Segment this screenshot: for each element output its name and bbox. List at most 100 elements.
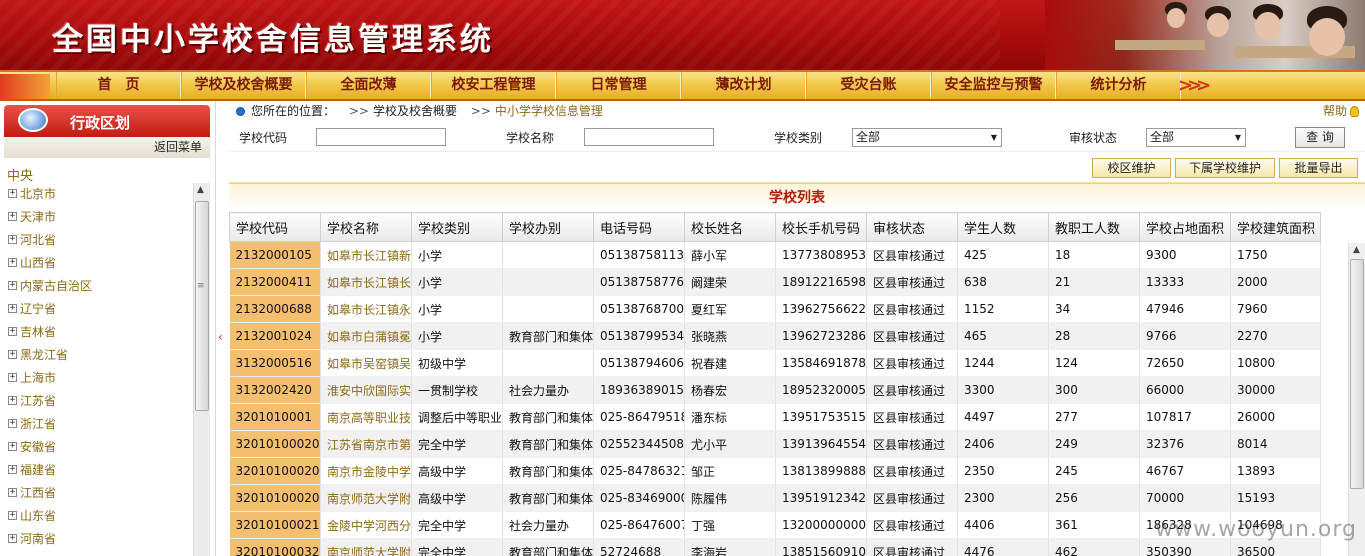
expand-plus-icon[interactable]: +	[8, 488, 17, 497]
table-row[interactable]: 2132000688 如皋市长江镇永 小学 051387687003 夏红军 139627…	[229, 295, 1321, 323]
expand-plus-icon[interactable]: +	[8, 281, 17, 290]
table-row[interactable]: 2132000411 如皋市长江镇长 小学 051387587769 阚建荣 189122…	[229, 268, 1321, 296]
column-header[interactable]: 学校类别	[411, 212, 503, 242]
school-name-link[interactable]: 南京高等职业技	[320, 403, 412, 431]
expand-plus-icon[interactable]: +	[8, 419, 17, 428]
school-name-link[interactable]: 如皋市长江镇新	[320, 241, 412, 269]
column-header[interactable]: 电话号码	[593, 212, 685, 242]
tree-node[interactable]: + 江西省	[8, 482, 193, 505]
collapse-sidebar-icon[interactable]: ‹	[218, 330, 223, 344]
school-name-link[interactable]: 如皋市长江镇永	[320, 295, 412, 323]
header-classroom-photo	[1045, 0, 1365, 70]
table-row[interactable]: 320101000209 南京师范大学附 高级中学 教育部门和集体 025-834690…	[229, 484, 1321, 512]
nav-home[interactable]: 首 页	[56, 72, 181, 99]
nav-disaster-ledger[interactable]: 受灾台账	[806, 72, 931, 99]
expand-plus-icon[interactable]: +	[8, 189, 17, 198]
school-code-input[interactable]	[316, 128, 446, 146]
expand-plus-icon[interactable]: +	[8, 442, 17, 451]
column-header[interactable]: 学生人数	[957, 212, 1049, 242]
nav-daily-management[interactable]: 日常管理	[556, 72, 681, 99]
table-row[interactable]: 2132000105 如皋市长江镇新 小学 051387581131 薛小军 137738…	[229, 241, 1321, 269]
tree-node[interactable]: + 山西省	[8, 252, 193, 275]
column-header[interactable]: 学校占地面积	[1139, 212, 1231, 242]
sidebar-scrollbar[interactable]: ▲ ≡	[193, 183, 210, 556]
school-name-link[interactable]: 如皋市吴窑镇吴	[320, 349, 412, 377]
column-header[interactable]: 学校办别	[502, 212, 594, 242]
expand-plus-icon[interactable]: +	[8, 373, 17, 382]
review-status-select[interactable]: 全部 ▼	[1146, 128, 1246, 147]
tree-node[interactable]: + 浙江省	[8, 413, 193, 436]
school-name-link[interactable]: 如皋市白蒲镇冕	[320, 322, 412, 350]
tree-node[interactable]: + 福建省	[8, 459, 193, 482]
query-button[interactable]: 查 询	[1295, 127, 1345, 148]
expand-plus-icon[interactable]: +	[8, 511, 17, 520]
scroll-up-icon[interactable]: ▲	[197, 185, 204, 195]
tree-node[interactable]: + 辽宁省	[8, 298, 193, 321]
school-name-link[interactable]: 南京师范大学附	[320, 538, 412, 556]
table-cell: 18952320005	[775, 376, 867, 404]
school-name-link[interactable]: 南京市金陵中学	[320, 457, 412, 485]
school-name-link[interactable]: 南京师范大学附	[320, 484, 412, 512]
tree-node[interactable]: + 上海市	[8, 367, 193, 390]
tree-node[interactable]: + 天津市	[8, 206, 193, 229]
tree-node[interactable]: + 黑龙江省	[8, 344, 193, 367]
school-name-link[interactable]: 金陵中学河西分	[320, 511, 412, 539]
school-list-grid: 学校代码 学校名称 学校类别 学校办别 电话号码 校长姓名 校长手机号码 审核状态 学生人数 教职…	[229, 212, 1348, 556]
nav-school-overview[interactable]: 学校及校舍概要	[181, 72, 306, 99]
table-row[interactable]: 320101000208 南京市金陵中学 高级中学 教育部门和集体 025-847863…	[229, 457, 1321, 485]
sub-school-maintain-button[interactable]: 下属学校维护	[1175, 158, 1275, 178]
breadcrumb-level1[interactable]: 学校及校舍概要	[373, 104, 457, 118]
tree-node[interactable]: + 江苏省	[8, 390, 193, 413]
nav-comprehensive-reform[interactable]: 全面改薄	[306, 72, 431, 99]
table-row[interactable]: 3132002420 淮安中欣国际实 一贯制学校 社会力量办 18936389015 杨春…	[229, 376, 1321, 404]
tree-node[interactable]: + 河南省	[8, 528, 193, 551]
scroll-up-icon[interactable]: ▲	[1353, 245, 1360, 255]
column-header[interactable]: 审核状态	[866, 212, 958, 242]
expand-plus-icon[interactable]: +	[8, 396, 17, 405]
tree-root-central[interactable]: 中央	[7, 165, 33, 184]
help-link[interactable]: 帮助	[1323, 101, 1359, 122]
school-name-input[interactable]	[584, 128, 714, 146]
scrollbar-thumb[interactable]	[195, 201, 209, 411]
breadcrumb: 您所在的位置： >> 学校及校舍概要 >> 中小学学校信息管理 帮助	[229, 101, 1365, 122]
tree-node[interactable]: + 河北省	[8, 229, 193, 252]
table-cell: 丁强	[684, 511, 776, 539]
campus-maintain-button[interactable]: 校区维护	[1092, 158, 1171, 178]
expand-plus-icon[interactable]: +	[8, 258, 17, 267]
table-cell: 462	[1048, 538, 1140, 556]
back-to-menu-link[interactable]: 返回菜单	[4, 137, 210, 158]
expand-plus-icon[interactable]: +	[8, 327, 17, 336]
tree-node[interactable]: + 北京市	[8, 183, 193, 206]
nav-statistics[interactable]: 统计分析	[1056, 72, 1181, 99]
table-row[interactable]: 2132001024 如皋市白蒲镇冕 小学 教育部门和集体 051387995340 张晓…	[229, 322, 1321, 350]
table-row[interactable]: 3201010001 南京高等职业技 调整后中等职业 教育部门和集体 025-86479…	[229, 403, 1321, 431]
column-header[interactable]: 校长姓名	[684, 212, 776, 242]
school-type-select[interactable]: 全部 ▼	[852, 128, 1002, 147]
batch-export-button[interactable]: 批量导出	[1279, 158, 1358, 178]
tree-node[interactable]: + 吉林省	[8, 321, 193, 344]
grid-scrollbar[interactable]: ▲	[1348, 243, 1365, 556]
nav-safety-monitoring[interactable]: 安全监控与预警	[931, 72, 1056, 99]
column-header[interactable]: 学校代码	[229, 212, 321, 242]
column-header[interactable]: 学校名称	[320, 212, 412, 242]
school-name-link[interactable]: 江苏省南京市第	[320, 430, 412, 458]
tree-node[interactable]: + 山东省	[8, 505, 193, 528]
expand-plus-icon[interactable]: +	[8, 304, 17, 313]
expand-plus-icon[interactable]: +	[8, 534, 17, 543]
column-header[interactable]: 教职工人数	[1048, 212, 1140, 242]
expand-plus-icon[interactable]: +	[8, 235, 17, 244]
tree-node[interactable]: + 内蒙古自治区	[8, 275, 193, 298]
column-header[interactable]: 学校建筑面积	[1230, 212, 1321, 242]
expand-plus-icon[interactable]: +	[8, 212, 17, 221]
school-name-link[interactable]: 淮安中欣国际实	[320, 376, 412, 404]
nav-safety-project[interactable]: 校安工程管理	[431, 72, 556, 99]
column-header[interactable]: 校长手机号码	[775, 212, 867, 242]
nav-reform-plan[interactable]: 薄改计划	[681, 72, 806, 99]
table-row[interactable]: 320101000201 江苏省南京市第 完全中学 教育部门和集体 0255234450…	[229, 430, 1321, 458]
expand-plus-icon[interactable]: +	[8, 465, 17, 474]
school-name-link[interactable]: 如皋市长江镇长	[320, 268, 412, 296]
expand-plus-icon[interactable]: +	[8, 350, 17, 359]
tree-node[interactable]: + 安徽省	[8, 436, 193, 459]
scrollbar-thumb[interactable]	[1350, 259, 1364, 489]
table-row[interactable]: 3132000516 如皋市吴窑镇吴 初级中学 051387946063 祝春建 1358…	[229, 349, 1321, 377]
